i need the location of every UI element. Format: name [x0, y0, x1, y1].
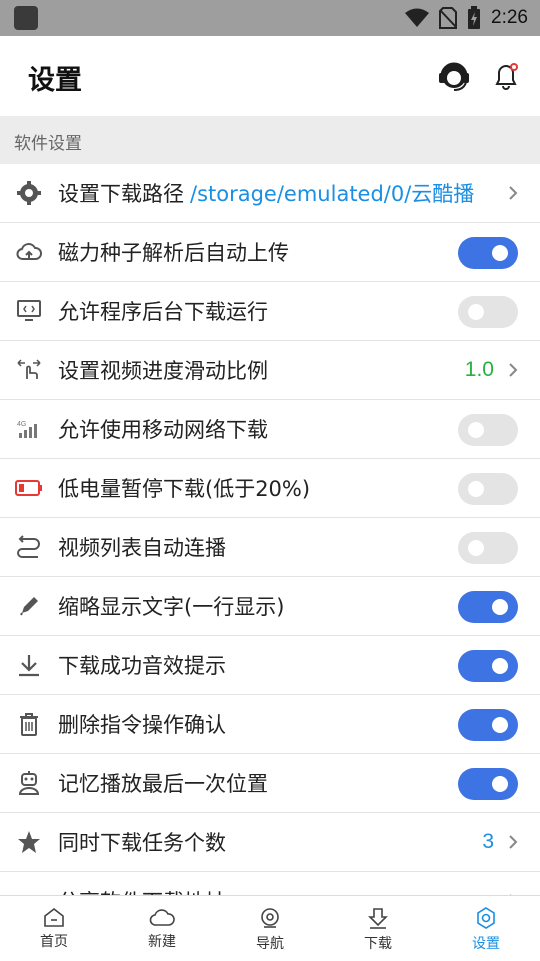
setting-label: 分享软件下载地址: [58, 886, 226, 895]
status-time: 2:26: [491, 7, 528, 28]
bell-icon[interactable]: [488, 58, 524, 94]
setting-share-download-link[interactable]: 分享软件下载地址: [0, 872, 540, 895]
toggle-switch[interactable]: [458, 709, 518, 741]
seek-ratio-value: 1.0: [464, 358, 494, 381]
tab-settings[interactable]: 设置: [432, 896, 540, 961]
section-label: 软件设置: [14, 134, 82, 154]
status-bar: 2:26: [0, 0, 540, 36]
signal-4g-icon: 4G: [15, 415, 43, 443]
toggle-switch[interactable]: [458, 532, 518, 564]
status-icons: 2:26: [405, 0, 528, 36]
settings-list: 设置下载路径 /storage/emulated/0/云酷播 磁力种子解析后自动…: [0, 164, 540, 895]
tab-navigation[interactable]: 导航: [216, 896, 324, 961]
download-tab-icon: [368, 908, 388, 929]
setting-label: 磁力种子解析后自动上传: [58, 241, 289, 265]
download-icon: [15, 651, 43, 679]
trash-icon: [15, 710, 43, 738]
setting-label: 同时下载任务个数: [58, 831, 226, 855]
tab-new[interactable]: 新建: [108, 896, 216, 961]
toggle-switch[interactable]: [458, 591, 518, 623]
share-icon: [15, 887, 43, 895]
tab-download[interactable]: 下载: [324, 896, 432, 961]
settings-tab-icon: [477, 907, 495, 929]
chevron-right-icon: [509, 363, 518, 377]
setting-label: 记忆播放最后一次位置: [58, 772, 268, 796]
setting-low-battery-pause[interactable]: 低电量暂停下载(低于20%): [0, 459, 540, 518]
compass-icon: [261, 908, 279, 928]
tab-label: 导航: [256, 936, 284, 952]
setting-label: 允许使用移动网络下载: [58, 418, 268, 442]
toggle-switch[interactable]: [458, 768, 518, 800]
gear-icon: [15, 179, 43, 207]
setting-label: 删除指令操作确认: [58, 713, 226, 737]
bottom-tab-bar: 首页 新建 导航 下载 设置: [0, 895, 540, 961]
section-header: 软件设置: [0, 116, 540, 164]
toggle-switch[interactable]: [458, 296, 518, 328]
toggle-switch[interactable]: [458, 650, 518, 682]
setting-label: 设置视频进度滑动比例: [58, 359, 268, 383]
tab-home[interactable]: 首页: [0, 896, 108, 961]
tab-label: 设置: [472, 936, 500, 952]
home-icon: [44, 907, 64, 927]
svg-text:4G: 4G: [17, 421, 26, 428]
headset-icon[interactable]: [436, 58, 472, 94]
star-icon: [15, 828, 43, 856]
low-battery-icon: [15, 474, 43, 502]
setting-label: 低电量暂停下载(低于20%): [58, 477, 311, 501]
tab-label: 下载: [364, 936, 392, 952]
setting-download-path[interactable]: 设置下载路径 /storage/emulated/0/云酷播: [0, 164, 540, 223]
setting-concurrent-downloads[interactable]: 同时下载任务个数 3: [0, 813, 540, 872]
tab-label: 新建: [148, 934, 176, 950]
toggle-switch[interactable]: [458, 473, 518, 505]
setting-label: 下载成功音效提示: [58, 654, 226, 678]
toggle-switch[interactable]: [458, 237, 518, 269]
setting-mobile-network-download[interactable]: 4G 允许使用移动网络下载: [0, 400, 540, 459]
download-path-value: /storage/emulated/0/云酷播: [190, 182, 475, 206]
app-header: 设置: [0, 36, 540, 116]
cloud-icon: [149, 909, 175, 926]
setting-download-sound[interactable]: 下载成功音效提示: [0, 636, 540, 695]
setting-background-download[interactable]: 允许程序后台下载运行: [0, 282, 540, 341]
concurrent-downloads-value: 3: [482, 830, 494, 853]
tab-label: 首页: [40, 934, 68, 950]
setting-label: 允许程序后台下载运行: [58, 300, 268, 324]
setting-condensed-text[interactable]: 缩略显示文字(一行显示): [0, 577, 540, 636]
wifi-icon: [405, 8, 430, 27]
app-notification-icon: [14, 6, 38, 30]
page-title: 设置: [28, 65, 82, 96]
cloud-upload-icon: [15, 238, 43, 266]
chevron-right-icon: [509, 186, 518, 200]
pen-icon: [15, 592, 43, 620]
chevron-right-icon: [509, 835, 518, 849]
robot-icon: [15, 769, 43, 797]
setting-autoplay-list[interactable]: 视频列表自动连播: [0, 518, 540, 577]
no-sim-icon: [439, 7, 458, 29]
swipe-hand-icon: [15, 356, 43, 384]
toggle-switch[interactable]: [458, 414, 518, 446]
setting-video-seek-ratio[interactable]: 设置视频进度滑动比例 1.0: [0, 341, 540, 400]
setting-label: 视频列表自动连播: [58, 536, 226, 560]
setting-auto-upload-magnet[interactable]: 磁力种子解析后自动上传: [0, 223, 540, 282]
setting-label: 缩略显示文字(一行显示): [58, 595, 285, 619]
battery-charging-icon: [468, 6, 481, 29]
setting-delete-confirm[interactable]: 删除指令操作确认: [0, 695, 540, 754]
setting-label: 设置下载路径: [58, 182, 184, 206]
monitor-code-icon: [15, 297, 43, 325]
setting-remember-position[interactable]: 记忆播放最后一次位置: [0, 754, 540, 813]
loop-icon: [15, 533, 43, 561]
